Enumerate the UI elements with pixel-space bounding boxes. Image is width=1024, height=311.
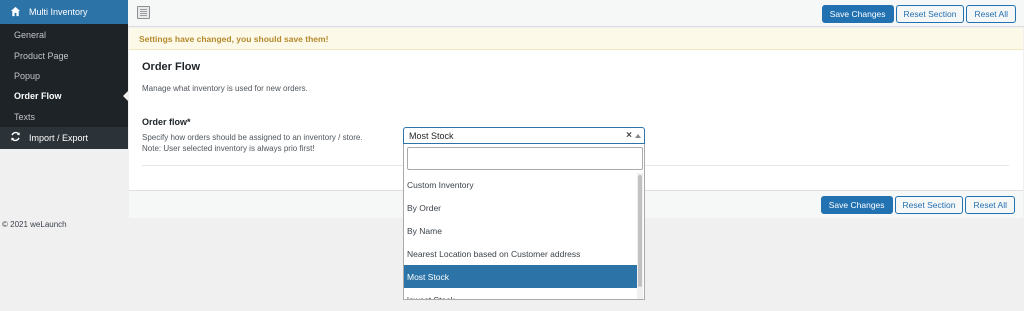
bottom-button-group: Save Changes Reset Section Reset All xyxy=(820,196,1015,214)
clear-selection-icon[interactable]: × xyxy=(626,130,632,141)
top-button-group: Save Changes Reset Section Reset All xyxy=(821,5,1016,23)
order-flow-dropdown: Custom Inventory By Order By Name Neares… xyxy=(403,144,645,300)
chevron-up-icon[interactable] xyxy=(635,134,641,138)
top-toolbar: Save Changes Reset Section Reset All xyxy=(128,0,1024,27)
import-export-label: Import / Export xyxy=(29,132,89,143)
sidebar-item-import-export[interactable]: Import / Export xyxy=(0,126,128,149)
order-flow-select[interactable]: Most Stock × xyxy=(403,127,645,144)
home-icon xyxy=(10,6,21,19)
order-flow-description-line1: Specify how orders should be assigned to… xyxy=(142,133,363,142)
order-flow-selected-value: Most Stock xyxy=(409,130,454,141)
dropdown-option[interactable]: By Order xyxy=(404,196,637,219)
settings-changed-notice: Settings have changed, you should save t… xyxy=(129,28,1023,50)
dropdown-options: Custom Inventory By Order By Name Neares… xyxy=(404,173,637,300)
sidebar-title: Multi Inventory xyxy=(29,7,88,17)
sidebar-header[interactable]: Multi Inventory xyxy=(0,0,128,24)
reset-section-button[interactable]: Reset Section xyxy=(895,5,965,23)
footer-copyright: © 2021 weLaunch xyxy=(2,220,67,229)
dropdown-scrollbar[interactable] xyxy=(637,173,643,299)
dropdown-option[interactable]: lowest Stock xyxy=(404,288,637,300)
dropdown-option-selected[interactable]: Most Stock xyxy=(404,265,637,288)
reset-all-button[interactable]: Reset All xyxy=(966,5,1016,23)
sidebar-item-product-page[interactable]: Product Page xyxy=(0,45,128,65)
reset-section-button-bottom[interactable]: Reset Section xyxy=(894,196,964,214)
order-flow-description: Specify how orders should be assigned to… xyxy=(142,132,392,154)
sidebar-item-general[interactable]: General xyxy=(0,25,128,45)
dropdown-search-input[interactable] xyxy=(407,147,643,170)
save-button-bottom[interactable]: Save Changes xyxy=(820,196,893,214)
dropdown-scrollbar-thumb[interactable] xyxy=(638,175,642,287)
order-flow-description-line2: Note: User selected inventory is always … xyxy=(142,144,315,153)
sidebar-item-order-flow[interactable]: Order Flow xyxy=(0,86,128,106)
dropdown-option[interactable]: Nearest Location based on Customer addre… xyxy=(404,242,637,265)
order-flow-label: Order flow* xyxy=(142,117,191,127)
sidebar-item-texts[interactable]: Texts xyxy=(0,107,128,127)
page: Multi Inventory General Product Page Pop… xyxy=(0,0,1024,311)
expand-options-icon[interactable] xyxy=(137,6,150,19)
sidebar-item-popup[interactable]: Popup xyxy=(0,66,128,86)
section-title: Order Flow xyxy=(142,61,201,73)
dropdown-option[interactable]: By Name xyxy=(404,219,637,242)
refresh-icon xyxy=(10,131,21,144)
reset-all-button-bottom[interactable]: Reset All xyxy=(965,196,1015,214)
dropdown-option[interactable]: Custom Inventory xyxy=(404,173,637,196)
sidebar: Multi Inventory General Product Page Pop… xyxy=(0,0,128,149)
section-description: Manage what inventory is used for new or… xyxy=(142,84,308,93)
save-button[interactable]: Save Changes xyxy=(821,5,894,23)
